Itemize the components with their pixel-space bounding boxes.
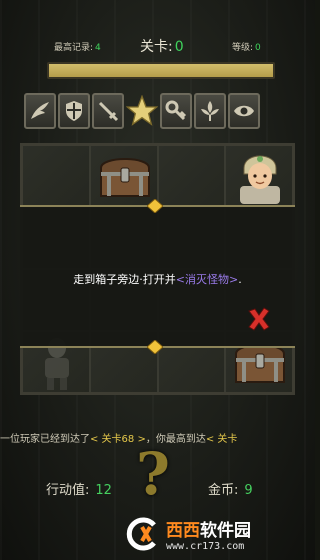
wing-tool-slot[interactable] [24, 93, 56, 129]
action-points: 行动值: 12 [46, 479, 112, 498]
rank-label: 等级: [232, 43, 254, 53]
shield-icon [66, 101, 82, 121]
shield-tool-slot[interactable] [58, 93, 90, 129]
gem-ornament-icon [147, 199, 163, 213]
eye-tool-slot[interactable] [228, 93, 260, 129]
coin-value: 9 [244, 483, 253, 498]
ticker-level-2: < 关卡 [205, 434, 238, 444]
best-record: 最高记录: 4 [54, 40, 101, 53]
watermark-logo-icon [126, 517, 156, 551]
ticker-text-1: 一位玩家已经到达了 [0, 434, 90, 444]
coin-count: 金币: 9 [208, 479, 253, 498]
dialog-text-highlight: <消灭怪物> [175, 273, 239, 286]
wing-icon [31, 102, 49, 119]
treasure-chest-icon [99, 158, 150, 197]
coin-label: 金币: [208, 483, 239, 498]
key-tool-slot[interactable] [160, 93, 192, 129]
watermark-url: www.cr173.com [166, 541, 245, 552]
level-value: 0 [174, 39, 184, 55]
best-record-value: 4 [95, 43, 101, 53]
best-record-label: 最高记录: [54, 43, 94, 53]
action-points-value: 12 [95, 483, 112, 498]
watermark-brand: 西西 [166, 521, 200, 541]
dialog-text-main: 走到箱子旁边·打开并 [73, 273, 176, 286]
dialog-text-end: . [238, 273, 242, 286]
rank-value: 0 [255, 43, 261, 53]
board-cell[interactable] [226, 146, 292, 206]
level-indicator: 关卡: 0 [140, 36, 184, 56]
sword-tool-slot[interactable] [92, 93, 124, 129]
level-label: 关卡: [140, 39, 173, 55]
key-icon [165, 100, 187, 121]
tutorial-dialog: 走到箱子旁边·打开并<消灭怪物>. [20, 199, 295, 354]
action-points-label: 行动值: [46, 483, 90, 498]
fleur-icon [201, 101, 219, 121]
eye-icon [234, 105, 254, 117]
header: 最高记录: 4 关卡: 0 等级: 0 [0, 0, 315, 88]
board-cell[interactable] [158, 146, 225, 206]
star-icon [126, 95, 158, 126]
board-cell[interactable] [90, 146, 157, 206]
watermark-text: 西西软件园 www.cr173.com [166, 516, 251, 552]
board-cell[interactable] [23, 146, 89, 206]
dialog-message: 走到箱子旁边·打开并<消灭怪物>. [20, 271, 295, 287]
star-tool-slot[interactable] [126, 93, 158, 129]
close-dialog-icon[interactable] [245, 305, 273, 333]
gem-ornament-icon [147, 340, 163, 354]
tool-bar [24, 93, 296, 131]
fleur-tool-slot[interactable] [194, 93, 226, 129]
watermark: 西西软件园 www.cr173.com [124, 513, 314, 555]
sword-icon [98, 101, 119, 122]
rank-indicator: 等级: 0 [232, 40, 261, 53]
hero-portrait-icon [240, 155, 281, 204]
experience-bar [47, 62, 275, 79]
watermark-brand-suffix: 软件园 [200, 521, 251, 541]
question-mark-icon[interactable]: ? [136, 440, 170, 508]
